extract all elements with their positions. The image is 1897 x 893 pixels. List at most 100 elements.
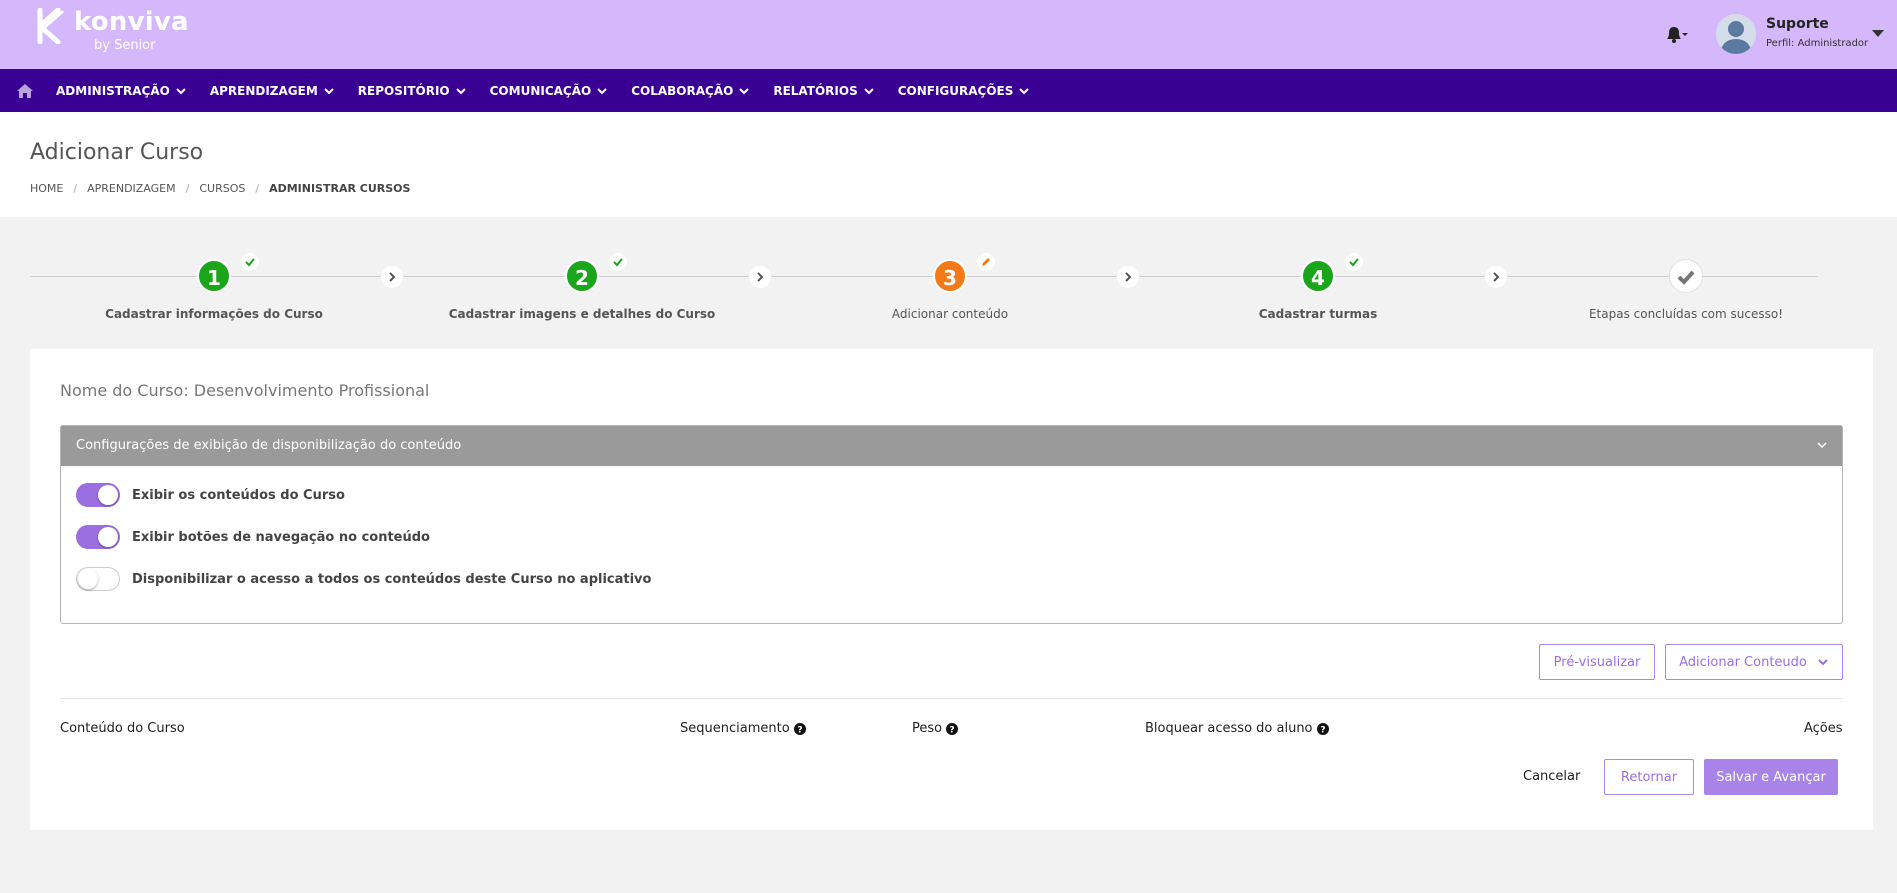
question-circle-icon[interactable]: ? [1316, 722, 1329, 735]
breadcrumb-separator: / [185, 182, 190, 195]
chevron-down-icon [455, 87, 466, 94]
step-2[interactable]: 2 Cadastrar imagens e detalhes do Curso [432, 253, 732, 321]
step-label: Cadastrar imagens e detalhes do Curso [448, 307, 716, 321]
breadcrumb-cursos[interactable]: CURSOS [199, 182, 245, 195]
nav-label: ADMINISTRAÇÃO [56, 83, 170, 98]
breadcrumb: HOME / APRENDIZAGEM / CURSOS / ADMINISTR… [30, 182, 410, 195]
step-4[interactable]: 4 Cadastrar turmas [1168, 253, 1468, 321]
question-circle-icon[interactable]: ? [793, 722, 806, 735]
back-button[interactable]: Retornar [1604, 759, 1694, 795]
app-access-toggle[interactable] [76, 567, 120, 591]
svg-text:?: ? [797, 725, 802, 735]
breadcrumb-home[interactable]: HOME [30, 182, 63, 195]
show-contents-toggle[interactable] [76, 483, 120, 507]
chevron-down-icon [864, 87, 874, 94]
course-name: Nome do Curso: Desenvolvimento Profissio… [60, 381, 430, 400]
nav-buttons-toggle[interactable] [76, 525, 120, 549]
back-button-label: Retornar [1620, 769, 1678, 785]
step-arrow-icon [1485, 266, 1507, 288]
chevron-down-icon [597, 87, 607, 94]
panel-title: Configurações de exibição de disponibili… [76, 438, 462, 453]
chevron-down-icon [1019, 87, 1030, 94]
nav-repositorio[interactable]: REPOSITÓRIO [358, 84, 466, 98]
user-avatar[interactable] [1716, 14, 1756, 54]
toggle-row-app-access: Disponibilizar o acesso a todos os conte… [76, 567, 651, 591]
breadcrumb-current: ADMINISTRAR CURSOS [269, 182, 411, 195]
step-label: Etapas concluídas com sucesso! [1588, 307, 1784, 321]
nav-configuracoes[interactable]: CONFIGURAÇÕES [898, 84, 1030, 98]
nav-label: REPOSITÓRIO [357, 83, 450, 98]
user-menu-caret-icon[interactable] [1872, 30, 1884, 37]
chevron-down-icon [1818, 659, 1828, 666]
nav-label: RELATÓRIOS [773, 83, 858, 98]
check-badge-icon [241, 253, 259, 271]
add-content-button[interactable]: Adicionar Conteudo [1665, 644, 1843, 680]
step-label: Adicionar conteúdo [891, 307, 1009, 321]
final-check-icon [1669, 259, 1703, 293]
notifications-bell-icon[interactable] [1664, 24, 1688, 46]
konviva-logo-mark-icon [36, 7, 68, 45]
step-1[interactable]: 1 Cadastrar informações do Curso [64, 253, 364, 321]
chevron-down-icon [1817, 442, 1827, 449]
nav-administracao[interactable]: ADMINISTRAÇÃO [56, 84, 186, 98]
column-header: Sequenciamento [680, 721, 790, 736]
svg-text:?: ? [1320, 725, 1325, 735]
nav-label: CONFIGURAÇÕES [897, 83, 1014, 98]
toggle-label: Disponibilizar o acesso a todos os conte… [132, 571, 652, 587]
page-title: Adicionar Curso [30, 140, 204, 165]
save-button-label: Salvar e Avançar [1716, 769, 1826, 785]
add-content-button-label: Adicionar Conteudo [1679, 654, 1807, 670]
brand-name: konviva [74, 7, 189, 37]
display-settings-panel: Configurações de exibição de disponibili… [60, 425, 1843, 624]
toggle-row-show-contents: Exibir os conteúdos do Curso [76, 483, 345, 507]
step-number: 1 [197, 259, 231, 293]
step-arrow-icon [1117, 266, 1139, 288]
nav-label: APRENDIZAGEM [209, 83, 318, 98]
nav-aprendizagem[interactable]: APRENDIZAGEM [210, 84, 334, 98]
chevron-down-icon [739, 87, 750, 94]
nav-colaboracao[interactable]: COLABORAÇÃO [631, 84, 750, 98]
check-badge-icon [1345, 253, 1363, 271]
check-badge-icon [609, 253, 627, 271]
step-arrow-icon [749, 266, 771, 288]
preview-button-label: Pré-visualizar [1553, 654, 1641, 670]
save-and-continue-button[interactable]: Salvar e Avançar [1704, 759, 1838, 795]
breadcrumb-separator: / [255, 182, 260, 195]
question-circle-icon[interactable]: ? [946, 722, 959, 735]
konviva-logo[interactable]: konviva by Senior [36, 7, 189, 53]
nav-relatorios[interactable]: RELATÓRIOS [773, 83, 874, 98]
brand-byline: by Senior [94, 38, 156, 53]
home-icon[interactable] [16, 83, 34, 99]
chevron-down-icon [176, 87, 186, 94]
top-bar: konviva by Senior Suporte Perfil: Admini… [0, 0, 1897, 69]
preview-button[interactable]: Pré-visualizar [1539, 644, 1655, 680]
col-course-content: Conteúdo do Curso [60, 721, 185, 736]
divider [60, 698, 1843, 699]
step-arrow-icon [381, 266, 403, 288]
svg-text:?: ? [949, 725, 954, 735]
col-sequencing: Sequenciamento ? [680, 721, 806, 736]
col-weight: Peso ? [912, 721, 959, 736]
column-header: Peso [912, 721, 943, 736]
step-3[interactable]: 3 Adicionar conteúdo [800, 253, 1100, 321]
pencil-badge-icon [977, 253, 995, 271]
user-profile: Perfil: Administrador [1766, 38, 1869, 49]
breadcrumb-aprendizagem[interactable]: APRENDIZAGEM [87, 182, 176, 195]
step-final: Etapas concluídas com sucesso! [1536, 259, 1836, 321]
step-number: 3 [933, 259, 967, 293]
nav-label: COMUNICAÇÃO [489, 83, 592, 98]
toggle-row-nav-buttons: Exibir botões de navegação no conteúdo [76, 525, 430, 549]
step-label: Cadastrar turmas [1258, 307, 1378, 321]
nav-comunicacao[interactable]: COMUNICAÇÃO [490, 84, 608, 98]
column-header: Bloquear acesso do aluno [1145, 721, 1313, 736]
toggle-label: Exibir botões de navegação no conteúdo [132, 529, 430, 545]
user-name[interactable]: Suporte [1766, 16, 1829, 32]
col-block-access: Bloquear acesso do aluno ? [1145, 721, 1329, 736]
main-nav: ADMINISTRAÇÃO APRENDIZAGEM REPOSITÓRIO C… [0, 69, 1897, 112]
step-label: Cadastrar informações do Curso [105, 307, 323, 321]
toggle-label: Exibir os conteúdos do Curso [132, 487, 345, 503]
page-header: Adicionar Curso HOME / APRENDIZAGEM / CU… [0, 112, 1897, 217]
chevron-down-icon [324, 87, 334, 94]
panel-header[interactable]: Configurações de exibição de disponibili… [61, 426, 1842, 466]
cancel-button[interactable]: Cancelar [1523, 769, 1580, 784]
